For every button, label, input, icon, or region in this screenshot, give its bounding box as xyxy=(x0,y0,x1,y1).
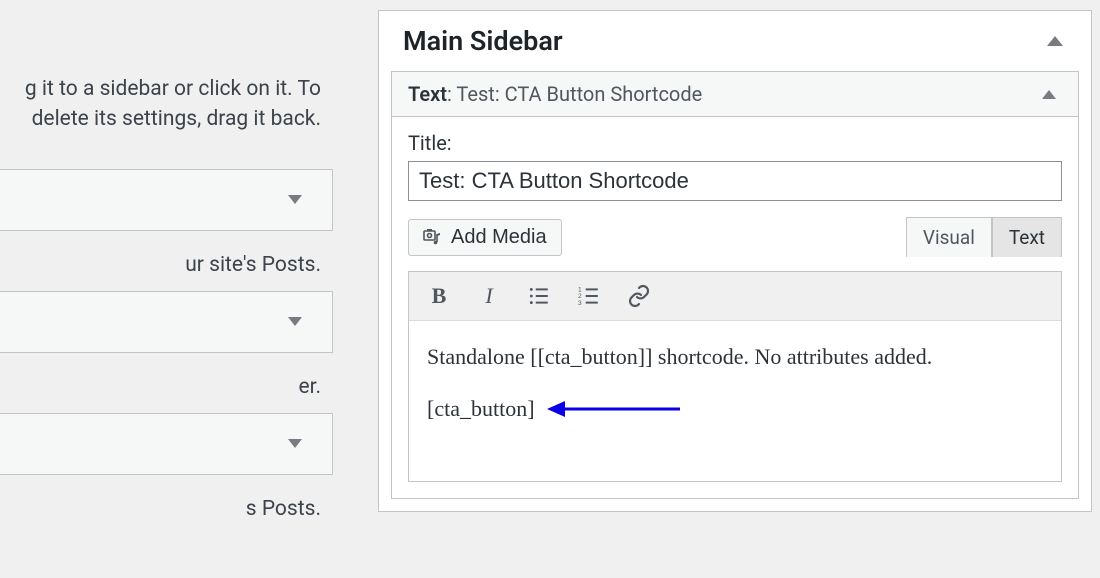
widget-box-collapsed[interactable] xyxy=(0,169,333,231)
widget-description: er. xyxy=(0,375,335,399)
text-widget-item: Text: Test: CTA Button Shortcode Title: xyxy=(391,71,1079,499)
available-widgets-panel: g it to a sidebar or click on it. To del… xyxy=(0,0,335,535)
bullet-list-button[interactable] xyxy=(523,282,555,310)
tab-visual[interactable]: Visual xyxy=(906,217,992,257)
panel-description: g it to a sidebar or click on it. To del… xyxy=(0,74,335,135)
chevron-down-icon xyxy=(288,439,302,448)
camera-music-icon xyxy=(423,227,443,247)
chevron-down-icon xyxy=(288,195,302,204)
widget-description: ur site's Posts. xyxy=(0,253,335,277)
add-media-button[interactable]: Add Media xyxy=(408,219,562,256)
editor-paragraph: [cta_button] xyxy=(427,393,1043,425)
link-button[interactable] xyxy=(623,282,655,310)
add-media-label: Add Media xyxy=(451,226,547,249)
widget-type-name: Text: Test: CTA Button Shortcode xyxy=(408,82,702,106)
widget-area-header[interactable]: Main Sidebar xyxy=(379,11,1091,71)
widget-body: Title: xyxy=(392,117,1078,498)
widget-box-collapsed[interactable] xyxy=(0,413,333,475)
title-field-label: Title: xyxy=(408,131,1062,155)
widget-item-header[interactable]: Text: Test: CTA Button Shortcode xyxy=(392,72,1078,117)
chevron-up-icon xyxy=(1047,36,1063,46)
shortcode-text: [cta_button] xyxy=(427,393,535,425)
wysiwyg-editor: B I xyxy=(408,271,1062,482)
editor-toolbar: B I xyxy=(409,272,1061,321)
svg-text:3: 3 xyxy=(578,300,582,307)
chevron-down-icon xyxy=(288,317,302,326)
italic-button[interactable]: I xyxy=(473,282,505,310)
tab-text[interactable]: Text xyxy=(992,217,1062,257)
widget-area-title: Main Sidebar xyxy=(403,25,563,57)
annotation-arrow-icon xyxy=(545,397,685,421)
numbered-list-button[interactable]: 1 2 3 xyxy=(573,282,605,310)
editor-paragraph: Standalone [[cta_button]] shortcode. No … xyxy=(427,341,1043,373)
editor-mode-tabs: Visual Text xyxy=(906,217,1062,257)
widget-box-collapsed[interactable] xyxy=(0,291,333,353)
sidebar-widget-area: Main Sidebar Text: Test: CTA Button Shor… xyxy=(378,10,1092,512)
bold-button[interactable]: B xyxy=(423,282,455,310)
widget-description: s Posts. xyxy=(0,497,335,521)
widget-title-input[interactable] xyxy=(408,161,1062,201)
chevron-up-icon xyxy=(1042,90,1056,99)
editor-content-area[interactable]: Standalone [[cta_button]] shortcode. No … xyxy=(409,321,1061,481)
